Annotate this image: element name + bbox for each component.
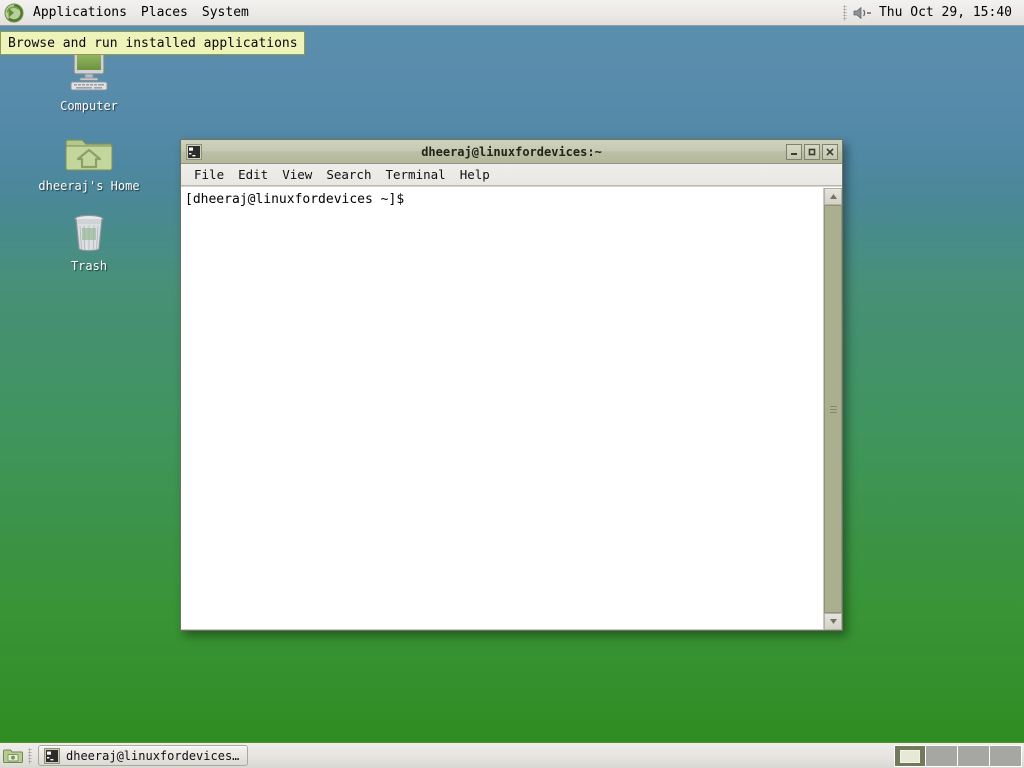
terminal-menu-bar: File Edit View Search Terminal Help: [181, 164, 842, 186]
top-panel: Applications Places System Thu Oct 29, 1…: [0, 0, 1024, 26]
task-button-label: dheeraj@linuxfordevices…: [66, 748, 240, 763]
window-list: dheeraj@linuxfordevices…: [36, 744, 894, 768]
show-desktop-icon[interactable]: [2, 745, 24, 767]
panel-menu-bar: Applications Places System: [0, 0, 256, 26]
home-folder-icon: [29, 124, 149, 176]
workspace-switcher[interactable]: [894, 744, 1024, 768]
workspace-1[interactable]: [894, 744, 926, 767]
workspace-3[interactable]: [958, 744, 990, 767]
menu-item-view[interactable]: View: [275, 165, 319, 185]
window-title-bar[interactable]: dheeraj@linuxfordevices:~: [181, 140, 842, 164]
workspace-2[interactable]: [926, 744, 958, 767]
workspace-window-preview: [900, 749, 920, 763]
close-button[interactable]: [822, 143, 838, 160]
menu-item-file[interactable]: File: [187, 165, 231, 185]
desktop-icon-trash[interactable]: Trash: [29, 204, 149, 273]
task-button-terminal[interactable]: dheeraj@linuxfordevices…: [38, 745, 249, 766]
panel-drag-handle[interactable]: [842, 4, 847, 21]
maximize-button[interactable]: [804, 143, 820, 160]
window-title-text: dheeraj@linuxfordevices:~: [421, 144, 602, 159]
desktop-icon-label: Trash: [70, 259, 108, 273]
desktop-icon-label: dheeraj's Home: [38, 179, 140, 193]
terminal-prompt: [dheeraj@linuxfordevices ~]$: [185, 192, 412, 207]
scroll-up-arrow-icon[interactable]: [824, 188, 842, 205]
applications-tooltip: Browse and run installed applications: [0, 31, 305, 55]
panel-status-area: Thu Oct 29, 15:40: [839, 0, 1024, 26]
menu-item-terminal[interactable]: Terminal: [378, 165, 452, 185]
desktop-icon-label: Computer: [60, 99, 118, 113]
bottom-panel: dheeraj@linuxfordevices…: [0, 742, 1024, 768]
trash-icon: [29, 204, 149, 256]
volume-speaker-icon[interactable]: [851, 3, 873, 23]
scroll-down-arrow-icon[interactable]: [824, 613, 842, 630]
minimize-button[interactable]: [786, 143, 802, 160]
terminal-scrollbar[interactable]: [823, 188, 842, 630]
gnome-foot-icon[interactable]: [2, 1, 26, 25]
menu-system[interactable]: System: [195, 2, 256, 24]
scrollbar-grip-icon: [829, 405, 837, 413]
terminal-body: [dheeraj@linuxfordevices ~]$: [181, 187, 842, 630]
menu-places[interactable]: Places: [134, 2, 195, 24]
menu-item-edit[interactable]: Edit: [231, 165, 275, 185]
menu-item-search[interactable]: Search: [319, 165, 378, 185]
workspace-4[interactable]: [990, 744, 1022, 767]
bottom-panel-drag-handle[interactable]: [28, 747, 32, 764]
desktop-icon-home[interactable]: dheeraj's Home: [29, 124, 149, 193]
panel-clock[interactable]: Thu Oct 29, 15:40: [873, 5, 1018, 20]
menu-applications[interactable]: Applications: [26, 2, 134, 24]
scrollbar-thumb[interactable]: [824, 205, 842, 613]
terminal-icon: [186, 143, 202, 160]
terminal-output-area[interactable]: [dheeraj@linuxfordevices ~]$: [181, 188, 823, 630]
menu-item-help[interactable]: Help: [453, 165, 497, 185]
terminal-icon: [44, 747, 60, 764]
scrollbar-trough[interactable]: [824, 205, 842, 613]
terminal-window[interactable]: dheeraj@linuxfordevices:~ File Edit View…: [180, 139, 843, 631]
